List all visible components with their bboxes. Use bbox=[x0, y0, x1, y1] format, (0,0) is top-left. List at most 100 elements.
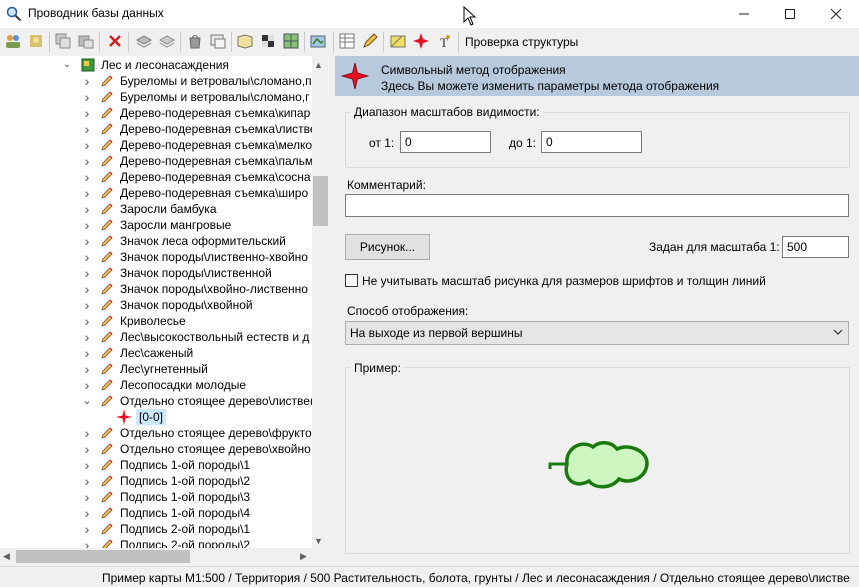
picture-button[interactable]: Рисунок... bbox=[345, 234, 430, 260]
tree-row[interactable]: › Дерево-подеревная съемка\широ bbox=[0, 185, 312, 201]
scroll-left-icon[interactable]: ◀ bbox=[3, 551, 10, 562]
tree-row[interactable]: › Подпись 2-ой породы\1 bbox=[0, 521, 312, 537]
chevron-right-icon[interactable]: › bbox=[82, 441, 92, 457]
tree-row[interactable]: › Подпись 2-ой породы\2 bbox=[0, 537, 312, 548]
chevron-right-icon[interactable]: › bbox=[82, 89, 92, 105]
tree-row[interactable]: › Дерево-подеревная съемка\кипар bbox=[0, 105, 312, 121]
tree-row[interactable]: › Отдельно стоящее дерево\фрукто bbox=[0, 425, 312, 441]
chevron-right-icon[interactable]: › bbox=[82, 281, 92, 297]
chevron-right-icon[interactable]: › bbox=[82, 457, 92, 473]
tree-row[interactable]: › Подпись 1-ой породы\4 bbox=[0, 505, 312, 521]
tree-row[interactable]: › Подпись 1-ой породы\1 bbox=[0, 457, 312, 473]
chevron-right-icon[interactable]: › bbox=[82, 169, 92, 185]
tree-row[interactable]: › Значок породы\хвойной bbox=[0, 297, 312, 313]
chevron-right-icon[interactable]: › bbox=[82, 377, 92, 393]
map-icon[interactable] bbox=[309, 32, 327, 50]
tree-row[interactable]: › Дерево-подеревная съемка\сосна bbox=[0, 169, 312, 185]
minimize-button[interactable] bbox=[721, 0, 767, 28]
tree-row[interactable]: › Значок породы\лиственно-хвойно bbox=[0, 249, 312, 265]
tree-row[interactable]: › Подпись 1-ой породы\2 bbox=[0, 473, 312, 489]
scroll-down-icon[interactable]: ▼ bbox=[314, 536, 323, 546]
tree-row[interactable]: › Дерево-подеревная съемка\пальм bbox=[0, 153, 312, 169]
check-structure-button[interactable]: Проверка структуры bbox=[465, 35, 578, 49]
tree-horizontal-scroll-thumb[interactable] bbox=[16, 550, 190, 563]
maximize-button[interactable] bbox=[767, 0, 813, 28]
stack-icon[interactable] bbox=[135, 32, 153, 50]
paste-layer-icon[interactable] bbox=[77, 32, 95, 50]
bag-icon[interactable] bbox=[186, 32, 204, 50]
chevron-right-icon[interactable]: › bbox=[82, 537, 92, 548]
text-icon[interactable]: T bbox=[435, 32, 453, 50]
checker-icon[interactable] bbox=[259, 32, 277, 50]
grid-green-icon[interactable] bbox=[282, 32, 300, 50]
tree-row[interactable]: › Дерево-подеревная съемка\мелко bbox=[0, 137, 312, 153]
chevron-right-icon[interactable]: › bbox=[82, 329, 92, 345]
tree-row[interactable]: › Отдельно стоящее дерево\хвойно bbox=[0, 441, 312, 457]
chevron-right-icon[interactable]: › bbox=[82, 297, 92, 313]
tree-row[interactable]: › Значок породы\хвойно-лиственно bbox=[0, 281, 312, 297]
ignore-scale-label[interactable]: Не учитывать масштаб рисунка для размеро… bbox=[362, 274, 766, 288]
table-icon[interactable] bbox=[338, 32, 356, 50]
pencil-style-icon bbox=[100, 506, 114, 520]
tree-row[interactable]: › Дерево-подеревная съемка\листве bbox=[0, 121, 312, 137]
chevron-right-icon[interactable]: › bbox=[82, 137, 92, 153]
tree-row[interactable]: › Заросли бамбука bbox=[0, 201, 312, 217]
chevron-right-icon[interactable]: › bbox=[82, 425, 92, 441]
chevron-down-icon[interactable]: ⌄ bbox=[62, 57, 72, 73]
scroll-right-icon[interactable]: ▶ bbox=[300, 551, 307, 562]
tree-row[interactable]: › Лес\высокоствольный естеств и д bbox=[0, 329, 312, 345]
chevron-down-icon[interactable]: ⌄ bbox=[82, 393, 92, 409]
users-icon[interactable] bbox=[4, 32, 22, 50]
hatch-icon[interactable] bbox=[389, 32, 407, 50]
tree-parent-row[interactable]: ⌄ Лес и лесонасаждения bbox=[0, 57, 312, 73]
tree-row-selected[interactable]: [0-0] bbox=[0, 409, 312, 425]
chevron-down-icon[interactable] bbox=[832, 326, 844, 338]
close-button[interactable] bbox=[813, 0, 859, 28]
chevron-right-icon[interactable]: › bbox=[82, 313, 92, 329]
user-key-icon[interactable] bbox=[27, 32, 45, 50]
chevron-right-icon[interactable]: › bbox=[82, 217, 92, 233]
chevron-right-icon[interactable]: › bbox=[82, 505, 92, 521]
chevron-right-icon[interactable]: › bbox=[82, 105, 92, 121]
chevron-right-icon[interactable]: › bbox=[82, 233, 92, 249]
copy-layer-icon[interactable] bbox=[54, 32, 72, 50]
tree-vertical-scroll-thumb[interactable] bbox=[313, 176, 328, 226]
chevron-right-icon[interactable]: › bbox=[82, 345, 92, 361]
tree-row[interactable]: › Заросли мангровые bbox=[0, 217, 312, 233]
stack-edit-icon[interactable] bbox=[158, 32, 176, 50]
tree-view[interactable]: ⌄ Лес и лесонасаждения › Буреломы и ветро… bbox=[0, 56, 312, 548]
tree-row[interactable]: › Значок леса оформительский bbox=[0, 233, 312, 249]
pencil-icon[interactable] bbox=[361, 32, 379, 50]
chevron-right-icon[interactable]: › bbox=[82, 121, 92, 137]
chevron-right-icon[interactable]: › bbox=[82, 201, 92, 217]
chevron-right-icon[interactable]: › bbox=[82, 73, 92, 89]
ignore-scale-checkbox[interactable] bbox=[345, 274, 358, 287]
tree-row[interactable]: › Криволесье bbox=[0, 313, 312, 329]
tree-row[interactable]: ⌄ Отдельно стоящее дерево\листвен bbox=[0, 393, 312, 409]
chevron-right-icon[interactable]: › bbox=[82, 521, 92, 537]
scale-input[interactable] bbox=[782, 236, 849, 258]
tree-row[interactable]: › Подпись 1-ой породы\3 bbox=[0, 489, 312, 505]
tree-vertical-scrollbar[interactable] bbox=[312, 56, 329, 548]
scale-to-input[interactable] bbox=[541, 131, 642, 153]
chevron-right-icon[interactable]: › bbox=[82, 361, 92, 377]
chevron-right-icon[interactable]: › bbox=[82, 185, 92, 201]
chevron-right-icon[interactable]: › bbox=[82, 153, 92, 169]
layers-icon[interactable] bbox=[209, 32, 227, 50]
scroll-up-icon[interactable]: ▲ bbox=[314, 60, 323, 70]
delete-icon[interactable] bbox=[106, 32, 124, 50]
comment-input[interactable] bbox=[345, 194, 849, 217]
chevron-right-icon[interactable]: › bbox=[82, 265, 92, 281]
book-icon[interactable] bbox=[236, 32, 254, 50]
chevron-right-icon[interactable]: › bbox=[82, 249, 92, 265]
tree-row[interactable]: › Значок породы\лиственной bbox=[0, 265, 312, 281]
chevron-right-icon[interactable]: › bbox=[82, 473, 92, 489]
red-star-icon[interactable] bbox=[412, 32, 430, 50]
tree-row[interactable]: › Буреломы и ветровалы\сломано,п bbox=[0, 73, 312, 89]
chevron-right-icon[interactable]: › bbox=[82, 489, 92, 505]
tree-row[interactable]: › Буреломы и ветровалы\сломано,г bbox=[0, 89, 312, 105]
scale-from-input[interactable] bbox=[400, 131, 491, 153]
tree-row[interactable]: › Лес\саженый bbox=[0, 345, 312, 361]
tree-row[interactable]: › Лесопосадки молодые bbox=[0, 377, 312, 393]
tree-row[interactable]: › Лес\угнетенный bbox=[0, 361, 312, 377]
